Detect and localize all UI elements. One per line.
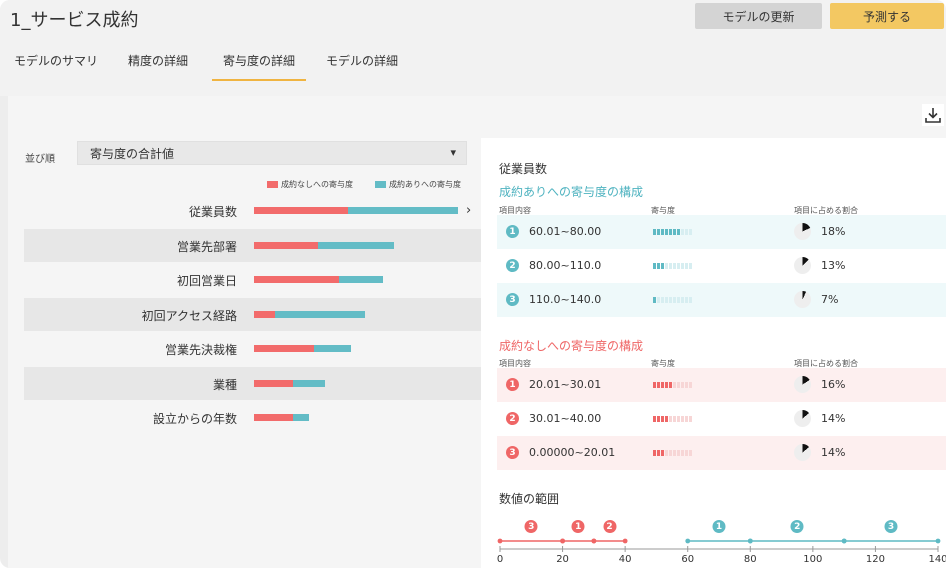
range-rank-badge: 1 bbox=[571, 520, 585, 533]
axis-tick-label: 20 bbox=[556, 554, 569, 565]
range-endpoint bbox=[560, 538, 566, 544]
range-rank-badge: 3 bbox=[884, 520, 898, 533]
axis-tick-label: 100 bbox=[803, 554, 823, 565]
range-endpoint bbox=[747, 538, 753, 544]
range-rank-badge: 2 bbox=[603, 520, 617, 533]
axis-tick-label: 80 bbox=[743, 554, 757, 565]
range-endpoint bbox=[841, 538, 847, 544]
axis-tick-label: 120 bbox=[865, 554, 885, 565]
range-endpoint bbox=[591, 538, 597, 544]
app-window: 1_サービス成約 モデルの更新 予測する モデルのサマリ 精度の詳細 寄与度の詳… bbox=[0, 0, 946, 568]
axis-tick-label: 0 bbox=[496, 554, 504, 565]
axis-tick-label: 40 bbox=[618, 554, 632, 565]
range-chart bbox=[497, 538, 941, 552]
range-endpoint bbox=[622, 538, 628, 544]
range-rank-badge: 2 bbox=[790, 520, 804, 533]
range-rank-badge: 1 bbox=[712, 520, 726, 533]
axis-tick-label: 140 bbox=[928, 554, 946, 565]
range-endpoint bbox=[935, 538, 941, 544]
axis-tick-label: 60 bbox=[681, 554, 695, 565]
range-endpoint bbox=[685, 538, 691, 544]
range-rank-badge: 3 bbox=[524, 520, 538, 533]
range-endpoint bbox=[497, 538, 503, 544]
